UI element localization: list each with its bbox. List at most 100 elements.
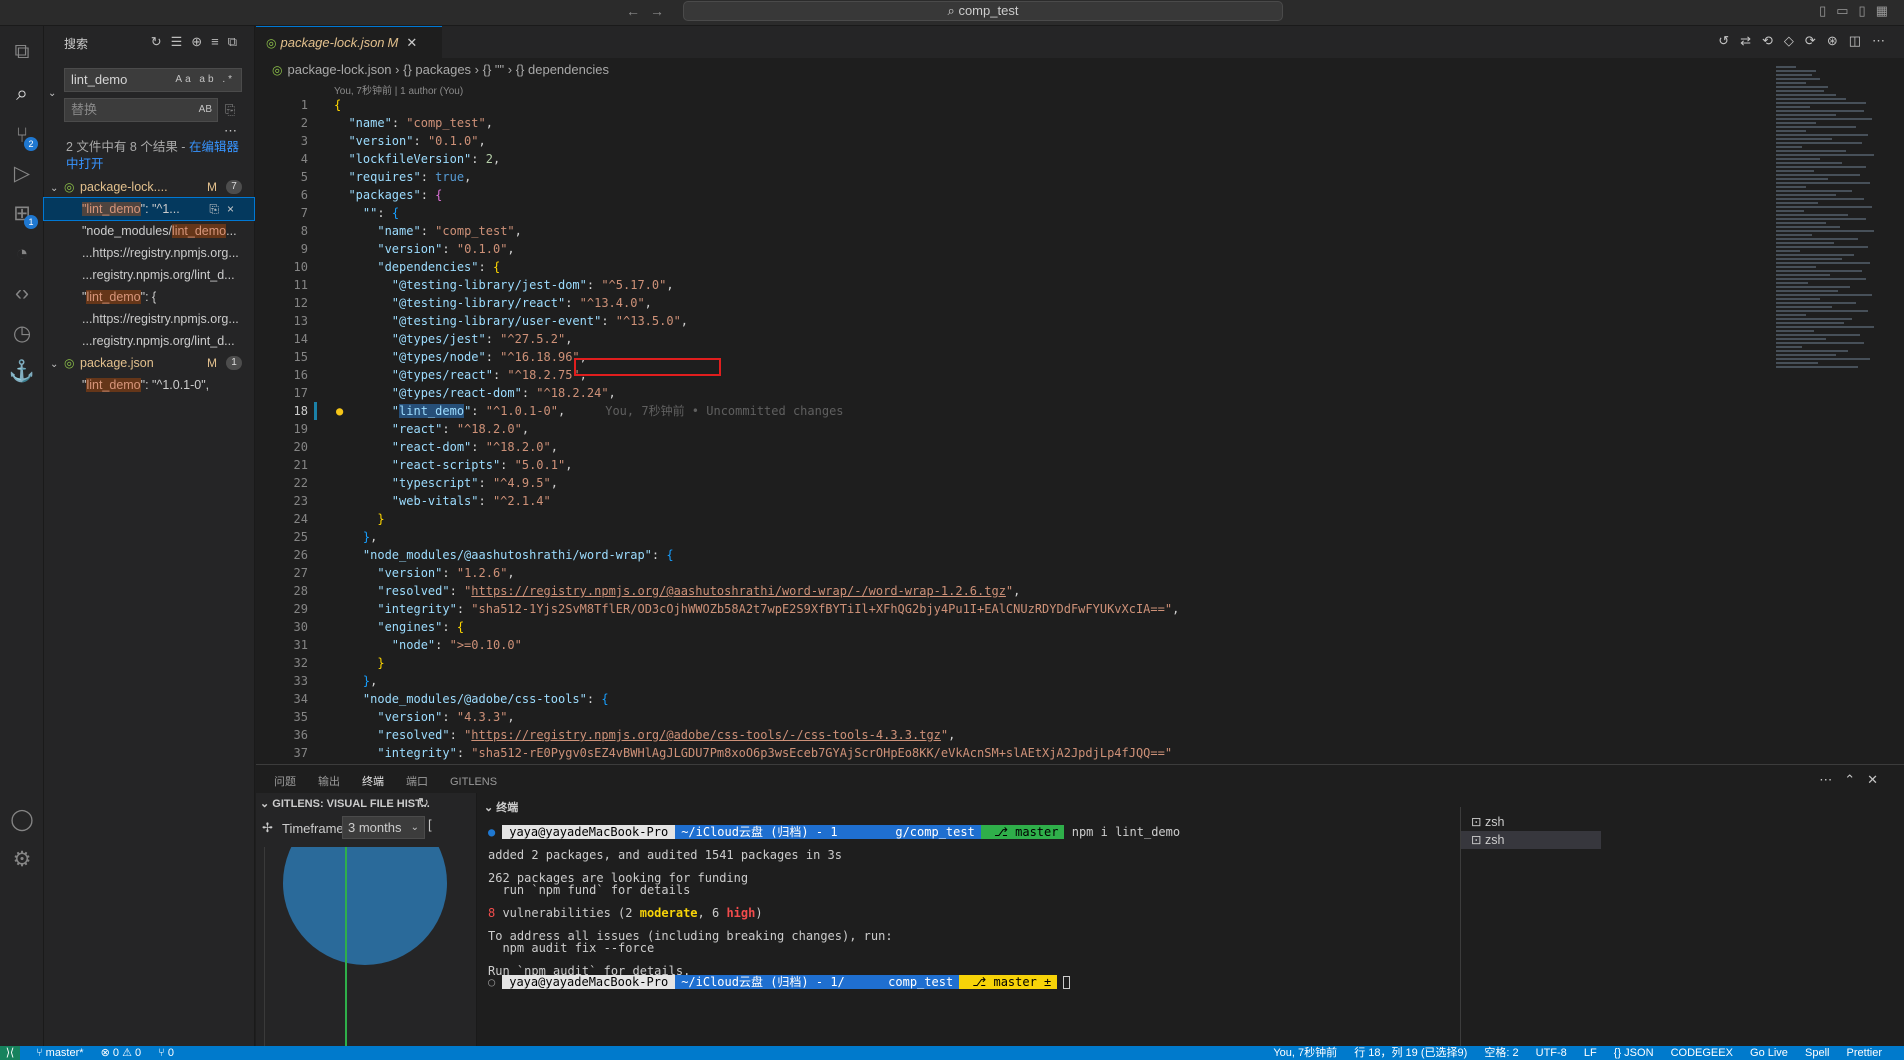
terminal-command: npm i lint_demo	[1071, 825, 1181, 839]
breadcrumb-item[interactable]: {} ""	[483, 62, 505, 77]
code-line: 17 "@types/react-dom": "^18.2.24",	[293, 386, 616, 400]
cursor-position[interactable]: 行 18，列 19 (已选择9)	[1354, 1046, 1467, 1060]
explorer-icon[interactable]: ⧉	[6, 36, 38, 68]
ports-status[interactable]: ⑂ 0	[158, 1046, 174, 1060]
vuln-text: )	[755, 906, 763, 920]
tab-terminal[interactable]: 终端	[362, 773, 384, 794]
tab-problems[interactable]: 问题	[274, 773, 296, 789]
remote-icon[interactable]: ‹›	[6, 278, 38, 310]
nav-arrows[interactable]: ←→	[626, 3, 674, 19]
search-match-row[interactable]: ...registry.npmjs.org/lint_d...	[44, 264, 254, 286]
go-live-button[interactable]: Go Live	[1750, 1046, 1788, 1060]
editor-actions[interactable]: ↺⇄⟲◇⟳⊛◫⋯	[1718, 33, 1896, 49]
branch-status[interactable]: ⑂ master*	[36, 1046, 84, 1060]
chevron-down-icon[interactable]: ⌄	[50, 354, 64, 374]
code-line: 9 "version": "0.1.0",	[300, 242, 515, 256]
match-post: ": {	[140, 290, 157, 304]
code-line: 37 "integrity": "sha512-rE0Pygv0sEZ4vBWH…	[293, 746, 1173, 760]
blame-status[interactable]: You, 7秒钟前	[1273, 1046, 1337, 1060]
file-name: package-lock....	[80, 180, 168, 194]
tab-output[interactable]: 输出	[318, 773, 340, 789]
terminal-session[interactable]: ⊡ zsh	[1461, 813, 1601, 831]
run-debug-icon[interactable]: ▷	[6, 158, 38, 190]
search-match-row[interactable]: "node_modules/lint_demo...	[44, 220, 254, 242]
indentation[interactable]: 空格: 2	[1484, 1046, 1518, 1060]
gitlens-icon[interactable]: ◔	[6, 238, 38, 270]
search-match-row[interactable]: ...registry.npmjs.org/lint_d...	[44, 330, 254, 352]
search-match-row[interactable]: ...https://registry.npmjs.org...	[44, 242, 254, 264]
terminal-session[interactable]: ⊡ zsh	[1461, 831, 1601, 849]
account-icon[interactable]: ◯	[6, 804, 38, 836]
file-group-package-lock[interactable]: ⌄ ◎ package-lock.... M 7	[44, 176, 254, 198]
settings-gear-icon[interactable]: ⚙	[6, 844, 38, 876]
file-group-package-json[interactable]: ⌄ ◎ package.json M 1	[44, 352, 254, 374]
code-line: 34 "node_modules/@adobe/css-tools": {	[293, 692, 609, 706]
refresh-icon[interactable]: ↻	[418, 795, 429, 811]
command-status-dot: ○	[488, 975, 496, 989]
file-history-chart[interactable]	[264, 847, 479, 1047]
close-icon[interactable]: ✕	[406, 35, 417, 50]
more-options-icon[interactable]: ⋯	[224, 123, 237, 139]
terminal-output[interactable]: ● yaya@yayadeMacBook-Pro ~/iCloud云盘 (归档) -…	[488, 820, 1488, 1045]
match-post: ": "^1...	[140, 202, 180, 216]
encoding[interactable]: UTF-8	[1536, 1046, 1567, 1060]
codegeex-status[interactable]: CODEGEEX	[1671, 1046, 1733, 1060]
file-status: M	[207, 180, 217, 194]
current-line-number: 18	[293, 404, 308, 418]
breadcrumb-item[interactable]: {} packages	[403, 62, 471, 77]
code-line: 10 "dependencies": {	[293, 260, 501, 274]
replace-all-icon[interactable]: ⎘	[225, 102, 235, 118]
code-line: 19 "react": "^18.2.0",	[293, 422, 530, 436]
panel-tabs: 问题 输出 终端 端口 GITLENS	[274, 773, 519, 794]
preserve-case-toggle[interactable]: AB	[199, 99, 212, 121]
command-center[interactable]: ⌕ comp_test	[683, 1, 1283, 21]
breadcrumb-item[interactable]: package-lock.json	[287, 62, 391, 77]
search-icon[interactable]: ⌕	[6, 78, 38, 110]
spell-status[interactable]: Spell	[1805, 1046, 1829, 1060]
search-match-row[interactable]: "lint_demo": "^1... ⎘×	[43, 197, 255, 221]
code-line: 35 "version": "4.3.3",	[293, 710, 515, 724]
editor-scrollbar[interactable]	[1890, 96, 1904, 756]
inline-blame: You, 7秒钟前 • Uncommitted changes	[605, 404, 844, 418]
sidebar-title: 搜索	[64, 37, 89, 51]
replace-input[interactable]: 替换 AB	[64, 98, 218, 122]
tab-gitlens[interactable]: GITLENS	[450, 776, 497, 788]
tab-status: M	[387, 35, 399, 50]
search-match-row[interactable]: ...https://registry.npmjs.org...	[44, 308, 254, 330]
minimap[interactable]	[1776, 66, 1882, 722]
toggle-replace-icon[interactable]: ⌄	[48, 88, 56, 99]
timeline-icon[interactable]: ◷	[6, 318, 38, 350]
code-line: 29 "integrity": "sha512-1Yjs2SvM8TflER/O…	[293, 602, 1180, 616]
tab-package-lock[interactable]: ◎ package-lock.json M ✕	[256, 26, 442, 58]
docker-icon[interactable]: ⚓	[6, 356, 38, 388]
source-control-icon[interactable]: ⑂ 2	[6, 120, 38, 152]
gitlens-view-title[interactable]: ⌄ GITLENS: VISUAL FILE HIST...	[260, 797, 430, 810]
line-ending[interactable]: LF	[1584, 1046, 1597, 1060]
search-flags[interactable]: Aa ab .*	[175, 69, 235, 91]
code-line: 12 "@testing-library/react": "^13.4.0",	[293, 296, 652, 310]
match-hit: "lint_demo	[82, 202, 141, 216]
search-input[interactable]: lint_demo Aa ab .*	[64, 68, 242, 92]
search-match-row[interactable]: "lint_demo": {	[44, 286, 254, 308]
commit-bubble[interactable]	[283, 847, 447, 965]
replace-dismiss-icons[interactable]: ⎘×	[209, 198, 242, 220]
prompt-path-text: ~/iCloud云盘 (归档) - 1/	[681, 975, 845, 989]
language-mode[interactable]: {} JSON	[1614, 1046, 1654, 1060]
split-icon[interactable]: [	[428, 817, 432, 832]
tab-ports[interactable]: 端口	[406, 773, 428, 789]
remote-indicator-icon[interactable]: ⟩⟨	[0, 1046, 20, 1060]
timeframe-select[interactable]: 3 months ⌄	[342, 816, 425, 839]
prompt-user: yaya@yayadeMacBook-Pro	[502, 825, 676, 839]
layout-toggle-icons[interactable]: ▯▭▯▦	[1819, 3, 1898, 19]
code-editor[interactable]: 1{ 2 "name": "comp_test", 3 "version": "…	[256, 96, 1776, 764]
panel-actions[interactable]: ⋯⌃✕	[1819, 772, 1890, 788]
search-match-row[interactable]: "lint_demo": "^1.0.1-0",	[44, 374, 254, 396]
terminal-view-title[interactable]: ⌄ 终端	[484, 799, 518, 815]
breadcrumb-item[interactable]: {} dependencies	[516, 62, 609, 77]
extensions-icon[interactable]: ⊞ 1	[6, 198, 38, 230]
problems-status[interactable]: ⊗ 0 ⚠ 0	[101, 1046, 141, 1060]
search-actions[interactable]: ↻☰⊕≡⧉	[151, 34, 246, 50]
chevron-down-icon[interactable]: ⌄	[50, 178, 64, 198]
blame-codelens[interactable]: You, 7秒钟前 | 1 author (You)	[334, 82, 463, 97]
prettier-status[interactable]: Prettier	[1847, 1046, 1882, 1060]
